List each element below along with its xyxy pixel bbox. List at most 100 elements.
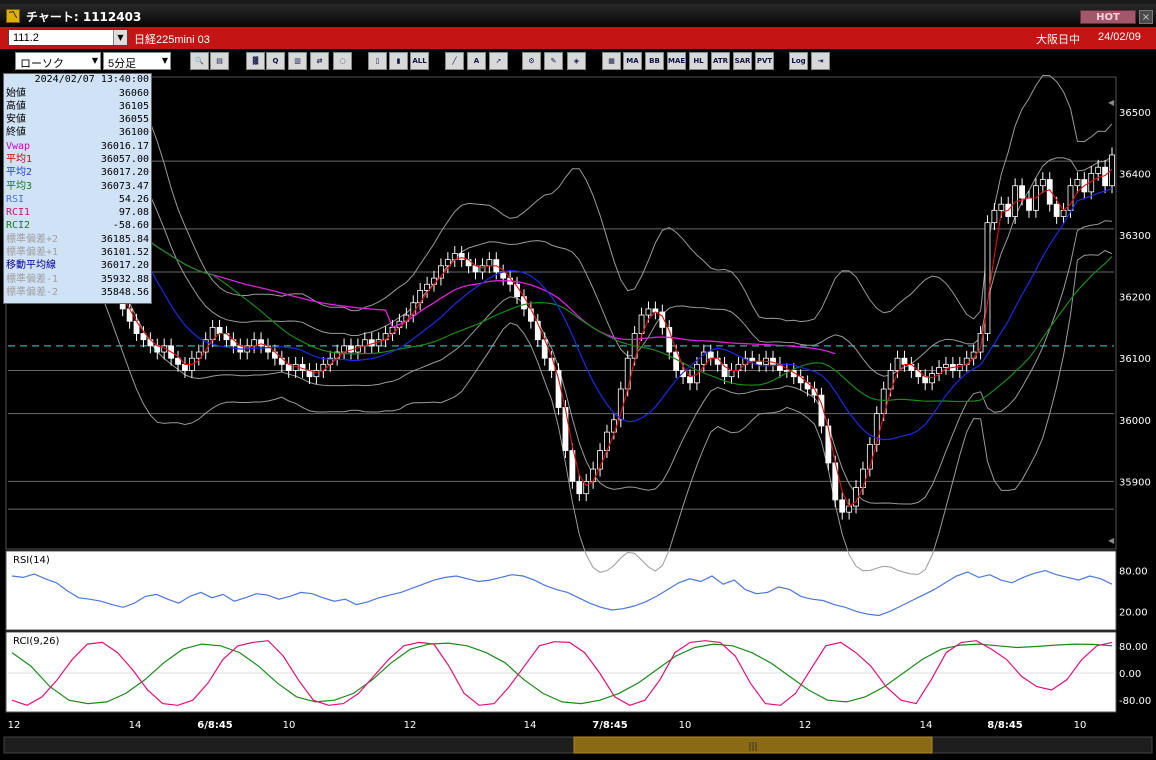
time-axis-tick: 8/8:45 xyxy=(987,720,1023,731)
candle-body xyxy=(1053,203,1060,217)
candle-body xyxy=(590,468,597,482)
time-axis-tick: 10 xyxy=(1074,720,1087,731)
candle-type-b-icon[interactable]: ▮ xyxy=(389,52,408,70)
price-axis-tick: 36200 xyxy=(1119,293,1151,304)
atr-button[interactable]: ATR xyxy=(711,52,730,70)
ma-button[interactable]: MA xyxy=(623,52,642,70)
price-axis-tick: 36100 xyxy=(1119,354,1151,365)
info-row-label: RSI xyxy=(6,193,25,205)
info-row-value: 35932.88 xyxy=(100,273,149,285)
scrollbar-grip: ||| xyxy=(748,742,757,752)
chevron-down-icon[interactable]: ▼ xyxy=(113,30,127,45)
zoom-icon[interactable]: 🔍 xyxy=(190,52,209,70)
search-chart-icon[interactable]: Q xyxy=(266,52,285,70)
candle-body xyxy=(714,357,721,365)
session-date: 24/02/09 xyxy=(1098,31,1141,43)
candle-body xyxy=(943,363,949,368)
info-row: RSI 54.26 xyxy=(6,193,149,206)
swap-icon[interactable]: ⇄ xyxy=(310,52,329,70)
app-chart-icon: 〽 xyxy=(6,9,20,23)
info-row: 標準偏差+2 36185.84 xyxy=(6,233,149,246)
candle-body xyxy=(458,253,465,261)
info-row-value: 36057.00 xyxy=(100,153,149,165)
time-axis-tick: 14 xyxy=(524,720,537,731)
info-row-label: 安値 xyxy=(6,114,26,126)
candle-body xyxy=(624,357,631,390)
info-row-value: 36017.20 xyxy=(100,260,149,272)
mae-button[interactable]: MAE xyxy=(667,52,686,70)
log-button[interactable]: Log xyxy=(789,52,808,70)
candle-body xyxy=(1060,209,1067,217)
info-row-label: RCI1 xyxy=(6,207,31,219)
candle-type-a-icon[interactable]: ▯ xyxy=(368,52,387,70)
chevron-down-icon[interactable]: ▼ xyxy=(162,56,168,65)
candle-body xyxy=(860,468,866,488)
candle-color-icon[interactable]: ▓ xyxy=(246,52,265,70)
info-row-label: 標準偏差-1 xyxy=(6,273,59,285)
close-icon[interactable]: × xyxy=(1139,10,1153,24)
bar-chart-icon[interactable]: ▥ xyxy=(288,52,307,70)
info-row: RCI1 97.08 xyxy=(6,206,149,219)
grid-icon[interactable]: ▦ xyxy=(602,52,621,70)
candle-body xyxy=(521,296,527,310)
candle-body xyxy=(216,326,223,334)
info-row: 平均1 36057.00 xyxy=(6,153,149,166)
info-row-value: 36060 xyxy=(118,87,149,99)
palette-icon[interactable]: ◈ xyxy=(567,52,586,70)
chart-canvas[interactable]: ||| 36500 36400 36300 36200 36100 36000 35900 ◀… xyxy=(0,73,1156,760)
info-row-value: 54.26 xyxy=(118,193,149,205)
scroll-up-icon[interactable]: ◀ xyxy=(1108,98,1115,107)
pvt-button[interactable]: PVT xyxy=(755,52,774,70)
candle-body xyxy=(1039,179,1046,187)
info-row-label: 終値 xyxy=(6,127,26,139)
hl-button[interactable]: HL xyxy=(689,52,708,70)
rsi-axis-tick: 80.00 xyxy=(1119,567,1148,578)
settings-icon[interactable]: ⚙ xyxy=(522,52,541,70)
candle-body xyxy=(1067,185,1074,211)
hot-button[interactable]: HOT xyxy=(1080,10,1136,24)
trendline-icon[interactable]: ╱ xyxy=(445,52,464,70)
bb-button[interactable]: BB xyxy=(645,52,664,70)
candle-body xyxy=(1019,185,1025,199)
info-row-value: 97.08 xyxy=(118,207,149,219)
info-row: 標準偏差-1 35932.88 xyxy=(6,273,149,286)
candle-body xyxy=(576,480,583,495)
info-row-label: 平均2 xyxy=(6,167,33,179)
layout-icon[interactable]: ▤ xyxy=(210,52,229,70)
chart-type-value: ローソク xyxy=(20,58,64,70)
scroll-down-icon[interactable]: ◀ xyxy=(1108,536,1115,545)
text-tool-icon[interactable]: A xyxy=(467,52,486,70)
info-row: 始値 36060 xyxy=(6,87,149,100)
price-axis-tick: 36300 xyxy=(1119,231,1151,242)
info-row-label: 標準偏差+2 xyxy=(6,233,59,245)
all-button[interactable]: ALL xyxy=(410,52,429,70)
info-row-value: 36185.84 xyxy=(100,233,149,245)
candle-body xyxy=(431,277,437,285)
candle-body xyxy=(998,203,1005,211)
candle-body xyxy=(770,357,776,365)
interval-select[interactable]: 5分足 ▼ xyxy=(103,52,171,70)
price-axis-tick: 36400 xyxy=(1119,169,1151,180)
interval-value: 5分足 xyxy=(108,58,137,70)
info-row-label: 平均3 xyxy=(6,180,33,192)
candle-body xyxy=(694,363,700,384)
sar-button[interactable]: SAR xyxy=(733,52,752,70)
candle-body xyxy=(687,376,693,384)
rci-panel-title: RCI(9,26) xyxy=(13,636,60,647)
info-row-label: 平均1 xyxy=(6,153,33,165)
arrow-tool-icon[interactable]: ➚ xyxy=(489,52,508,70)
rsi-axis-tick: 20.00 xyxy=(1119,607,1148,618)
color-tool-icon[interactable]: ✎ xyxy=(544,52,563,70)
disabled-tool-icon[interactable]: ◌ xyxy=(333,52,352,70)
export-icon[interactable]: ⇥ xyxy=(811,52,830,70)
window-title: チャート: 1112403 xyxy=(26,10,142,24)
rci-axis-tick: 0.00 xyxy=(1119,669,1141,680)
chart-type-select[interactable]: ローソク ▼ xyxy=(15,52,101,70)
info-row-label: Vwap xyxy=(6,140,31,152)
info-row-label: RCI2 xyxy=(6,220,31,232)
instrument-code-select[interactable]: 111.2 ▼ xyxy=(8,29,128,46)
rci-panel xyxy=(5,631,1117,713)
chevron-down-icon[interactable]: ▼ xyxy=(92,56,98,65)
candle-body xyxy=(1095,166,1102,174)
info-row-value: 36101.52 xyxy=(100,247,149,259)
